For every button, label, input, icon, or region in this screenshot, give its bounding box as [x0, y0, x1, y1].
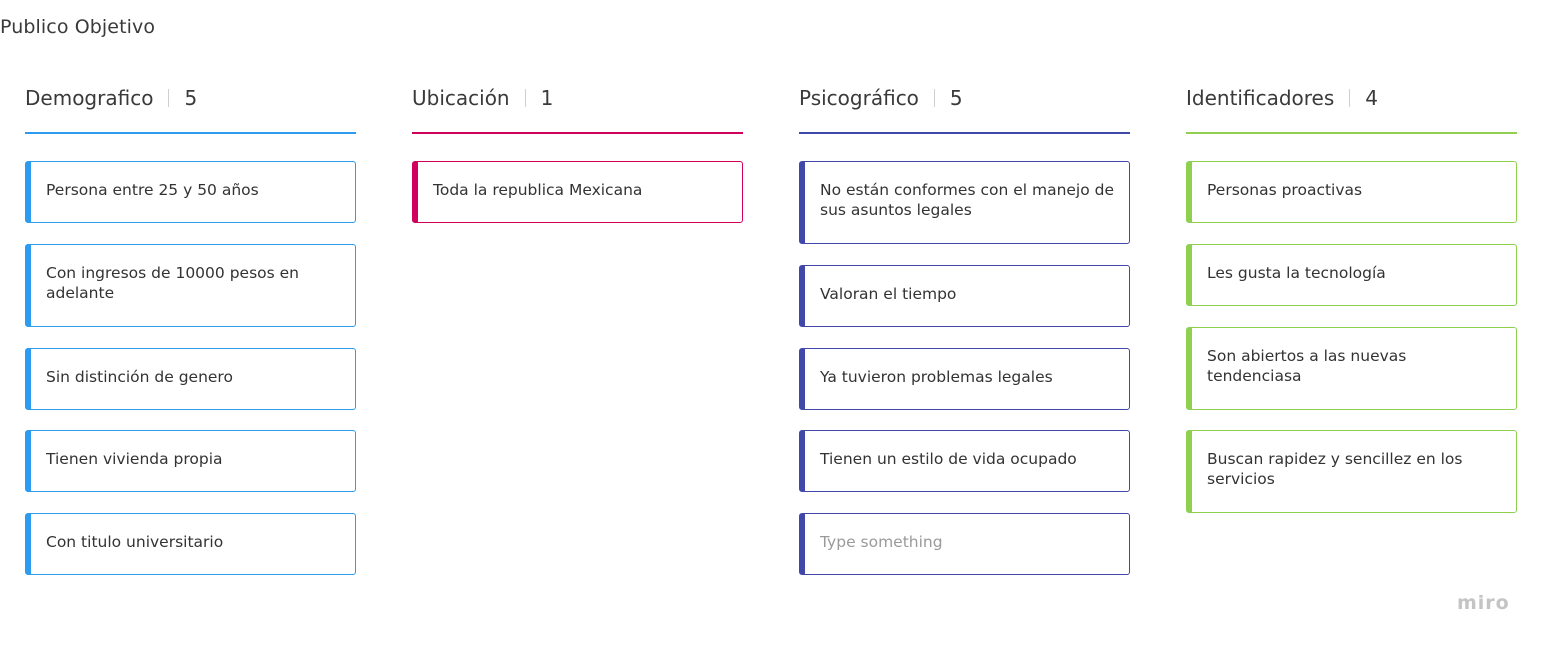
new-card-input[interactable]: Type something [799, 513, 1130, 575]
card-text: Buscan rapidez y sencillez en los servic… [1207, 450, 1463, 488]
header-divider [1349, 89, 1351, 107]
column-header[interactable]: Demografico 5 [25, 82, 356, 134]
column-header[interactable]: Identificadores 4 [1186, 82, 1517, 134]
card-text: Son abiertos a las nuevas tendenciasa [1207, 347, 1407, 385]
column-title: Demografico [25, 86, 154, 110]
header-divider [933, 89, 935, 107]
card-text: Tienen vivienda propia [46, 450, 223, 468]
column-title: Ubicación [412, 86, 510, 110]
card[interactable]: Les gusta la tecnología [1186, 244, 1517, 306]
card[interactable]: Valoran el tiempo [799, 265, 1130, 327]
card[interactable]: Tienen un estilo de vida ocupado [799, 430, 1130, 492]
card-text: Valoran el tiempo [820, 285, 957, 303]
card[interactable]: Persona entre 25 y 50 años [25, 161, 356, 223]
card[interactable]: Ya tuvieron problemas legales [799, 348, 1130, 410]
column-header[interactable]: Ubicación 1 [412, 82, 743, 134]
column-demografico: Demografico 5 Persona entre 25 y 50 años… [25, 82, 356, 575]
card-text: Toda la republica Mexicana [433, 181, 643, 199]
header-divider [168, 89, 170, 107]
column-identificadores: Identificadores 4 Personas proactivas Le… [1186, 82, 1517, 513]
card-text: Tienen un estilo de vida ocupado [820, 450, 1077, 468]
column-ubicacion: Ubicación 1 Toda la republica Mexicana [412, 82, 743, 223]
card-count: 1 [540, 86, 554, 110]
card-text: Ya tuvieron problemas legales [820, 368, 1053, 386]
card-text: No están conformes con el manejo de sus … [820, 181, 1115, 219]
header-divider [524, 89, 526, 107]
card-text: Les gusta la tecnología [1207, 264, 1386, 282]
card[interactable]: Buscan rapidez y sencillez en los servic… [1186, 430, 1517, 513]
card[interactable]: No están conformes con el manejo de sus … [799, 161, 1130, 244]
card-count: 5 [949, 86, 963, 110]
column-title: Psicográfico [799, 86, 919, 110]
card-text: Persona entre 25 y 50 años [46, 181, 259, 199]
miro-logo: miro [1457, 592, 1510, 614]
card-text: Con ingresos de 10000 pesos en adelante [46, 264, 299, 302]
column-header[interactable]: Psicográfico 5 [799, 82, 1130, 134]
card-text: Sin distinción de genero [46, 368, 233, 386]
card[interactable]: Personas proactivas [1186, 161, 1517, 223]
card-count: 5 [184, 86, 198, 110]
card-text: Con titulo universitario [46, 533, 224, 551]
column-title: Identificadores [1186, 86, 1335, 110]
board-title: Publico Objetivo [0, 16, 156, 38]
card[interactable]: Con titulo universitario [25, 513, 356, 575]
card[interactable]: Toda la republica Mexicana [412, 161, 743, 223]
card[interactable]: Sin distinción de genero [25, 348, 356, 410]
card-count: 4 [1365, 86, 1378, 110]
column-psicografico: Psicográfico 5 No están conformes con el… [799, 82, 1130, 575]
card[interactable]: Con ingresos de 10000 pesos en adelante [25, 244, 356, 327]
card-placeholder: Type something [820, 533, 943, 551]
card[interactable]: Tienen vivienda propia [25, 430, 356, 492]
card[interactable]: Son abiertos a las nuevas tendenciasa [1186, 327, 1517, 410]
card-text: Personas proactivas [1207, 181, 1363, 199]
